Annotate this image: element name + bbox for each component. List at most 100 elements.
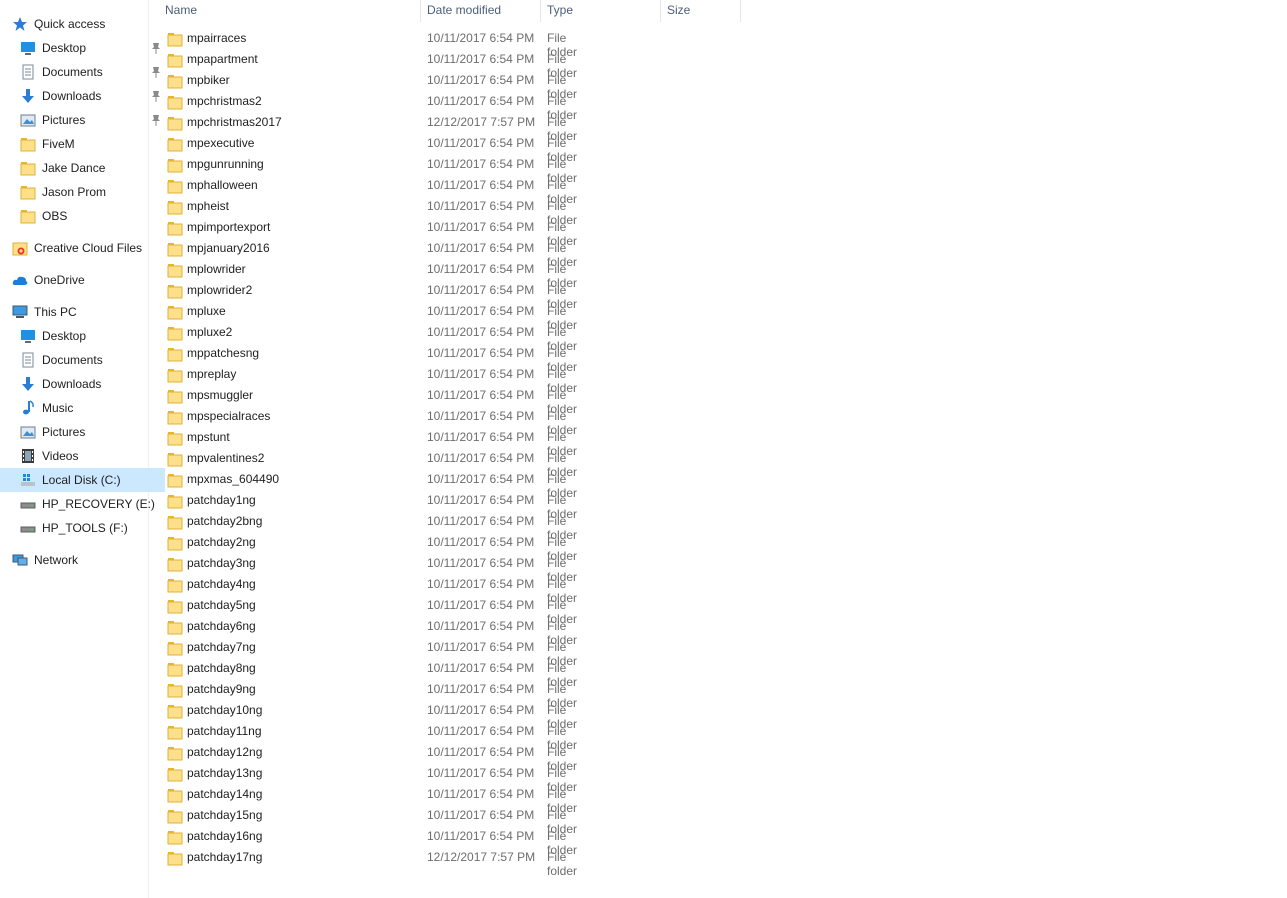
file-row[interactable]: patchday13ng 10/11/2017 6:54 PM File folde… [159, 763, 599, 794]
file-row[interactable]: patchday2bng 10/11/2017 6:54 PM File folde… [159, 511, 599, 542]
file-row[interactable]: patchday15ng 10/11/2017 6:54 PM File folde… [159, 805, 599, 836]
file-row[interactable]: mpluxe 10/11/2017 6:54 PM File folder [159, 301, 599, 332]
file-row[interactable]: patchday12ng 10/11/2017 6:54 PM File folde… [159, 742, 599, 773]
folder-icon [167, 598, 183, 614]
file-row[interactable]: mpairraces 10/11/2017 6:54 PM File folder [159, 28, 599, 59]
nav-item-documents[interactable]: Documents [0, 60, 165, 84]
file-row[interactable]: patchday9ng 10/11/2017 6:54 PM File folder [159, 679, 599, 710]
file-row[interactable]: patchday17ng 12/12/2017 7:57 PM File folde… [159, 847, 599, 878]
file-row[interactable]: mpchristmas2 10/11/2017 6:54 PM File folde… [159, 91, 599, 122]
file-name: patchday2ng [187, 535, 256, 549]
nav-item-quick-access[interactable]: Quick access [0, 12, 157, 36]
file-row[interactable]: patchday7ng 10/11/2017 6:54 PM File folder [159, 637, 599, 668]
file-row[interactable]: patchday11ng 10/11/2017 6:54 PM File folde… [159, 721, 599, 752]
file-row[interactable]: mpexecutive 10/11/2017 6:54 PM File folder [159, 133, 599, 164]
nav-item-videos[interactable]: Videos [0, 444, 165, 468]
file-row[interactable]: mpheist 10/11/2017 6:54 PM File folder [159, 196, 599, 227]
folder-icon [167, 367, 183, 383]
file-row[interactable]: patchday14ng 10/11/2017 6:54 PM File folde… [159, 784, 599, 815]
file-row[interactable]: mpgunrunning 10/11/2017 6:54 PM File folde… [159, 154, 599, 185]
file-row[interactable]: patchday6ng 10/11/2017 6:54 PM File folder [159, 616, 599, 647]
nav-item-downloads[interactable]: Downloads [0, 84, 165, 108]
file-row[interactable]: patchday3ng 10/11/2017 6:54 PM File folder [159, 553, 599, 584]
file-name: mpjanuary2016 [187, 241, 270, 255]
nav-item-fivem[interactable]: FiveM [0, 132, 165, 156]
folder-icon [167, 745, 183, 761]
file-row[interactable]: patchday5ng 10/11/2017 6:54 PM File folder [159, 595, 599, 626]
file-row[interactable]: mpxmas_604490 10/11/2017 6:54 PM File fold… [159, 469, 599, 500]
nav-item-desktop[interactable]: Desktop [0, 324, 165, 348]
file-row[interactable]: mppatchesng 10/11/2017 6:54 PM File folder [159, 343, 599, 374]
file-name: patchday4ng [187, 577, 256, 591]
nav-item-creative-cloud-files[interactable]: Creative Cloud Files [0, 236, 157, 260]
column-header-size[interactable]: Size [661, 0, 741, 22]
nav-item-documents[interactable]: Documents [0, 348, 165, 372]
file-row[interactable]: mpchristmas2017 12/12/2017 7:57 PM File fo… [159, 112, 599, 143]
navigation-pane[interactable]: Quick access Desktop Documents Downloads Pic… [0, 0, 165, 898]
nav-item-label: Music [42, 401, 74, 415]
column-header-date-modified[interactable]: Date modified [421, 0, 541, 22]
nav-item-obs[interactable]: OBS [0, 204, 165, 228]
file-row[interactable]: mplowrider 10/11/2017 6:54 PM File folder [159, 259, 599, 290]
nav-item-pictures[interactable]: Pictures [0, 108, 165, 132]
folder-icon [167, 430, 183, 446]
nav-item-network[interactable]: Network [0, 548, 157, 572]
file-row[interactable]: mpreplay 10/11/2017 6:54 PM File folder [159, 364, 599, 395]
nav-item-downloads[interactable]: Downloads [0, 372, 165, 396]
file-row[interactable]: patchday1ng 10/11/2017 6:54 PM File folder [159, 490, 599, 521]
file-row[interactable]: mplowrider2 10/11/2017 6:54 PM File folder [159, 280, 599, 311]
file-row[interactable]: mpimportexport 10/11/2017 6:54 PM File fol… [159, 217, 599, 248]
file-name: mppatchesng [187, 346, 260, 360]
file-row[interactable]: patchday16ng 10/11/2017 6:54 PM File folde… [159, 826, 599, 857]
file-date-modified: 10/11/2017 6:54 PM [427, 745, 535, 759]
file-row[interactable]: mpbiker 10/11/2017 6:54 PM File folder [159, 70, 599, 101]
nav-item-hp-recovery-e[interactable]: HP_RECOVERY (E:) [0, 492, 165, 516]
nav-item-jake-dance[interactable]: Jake Dance [0, 156, 165, 180]
download-icon [20, 376, 36, 392]
file-row[interactable]: mpluxe2 10/11/2017 6:54 PM File folder [159, 322, 599, 353]
nav-item-desktop[interactable]: Desktop [0, 36, 165, 60]
folder-icon [167, 724, 183, 740]
file-row[interactable]: mpsmuggler 10/11/2017 6:54 PM File folder [159, 385, 599, 416]
file-row[interactable]: mpstunt 10/11/2017 6:54 PM File folder [159, 427, 599, 458]
file-list-view[interactable]: Name Date modified Type Size mpairraces 1… [149, 0, 1287, 898]
file-date-modified: 10/11/2017 6:54 PM [427, 493, 535, 507]
file-row[interactable]: patchday8ng 10/11/2017 6:54 PM File folder [159, 658, 599, 689]
folder-icon [167, 325, 183, 341]
column-header-type[interactable]: Type [541, 0, 661, 22]
folder-icon [20, 136, 36, 152]
file-name: mpgunrunning [187, 157, 264, 171]
file-row[interactable]: mphalloween 10/11/2017 6:54 PM File folder [159, 175, 599, 206]
folder-icon [167, 808, 183, 824]
file-name: mpstunt [187, 430, 230, 444]
file-date-modified: 10/11/2017 6:54 PM [427, 556, 535, 570]
nav-item-hp-tools-f[interactable]: HP_TOOLS (F:) [0, 516, 165, 540]
file-date-modified: 10/11/2017 6:54 PM [427, 262, 535, 276]
drive-icon [20, 496, 36, 512]
nav-item-pictures[interactable]: Pictures [0, 420, 165, 444]
file-row[interactable]: mpapartment 10/11/2017 6:54 PM File folder [159, 49, 599, 80]
nav-item-jason-prom[interactable]: Jason Prom [0, 180, 165, 204]
folder-icon [167, 619, 183, 635]
file-name: mpreplay [187, 367, 237, 381]
nav-item-local-disk-c[interactable]: Local Disk (C:) [0, 468, 165, 492]
file-row[interactable]: mpvalentines2 10/11/2017 6:54 PM File fold… [159, 448, 599, 479]
nav-item-music[interactable]: Music [0, 396, 165, 420]
file-row[interactable]: mpjanuary2016 10/11/2017 6:54 PM File fold… [159, 238, 599, 269]
file-row[interactable]: patchday4ng 10/11/2017 6:54 PM File folder [159, 574, 599, 605]
file-row[interactable]: patchday2ng 10/11/2017 6:54 PM File folder [159, 532, 599, 563]
file-row[interactable]: mpspecialraces 10/11/2017 6:54 PM File fol… [159, 406, 599, 437]
folder-icon [167, 136, 183, 152]
nav-item-label: Documents [42, 353, 103, 367]
file-date-modified: 10/11/2017 6:54 PM [427, 598, 535, 612]
folder-icon [167, 241, 183, 257]
file-name: patchday15ng [187, 808, 263, 822]
column-header-name[interactable]: Name [159, 0, 421, 22]
file-name: mpchristmas2017 [187, 115, 282, 129]
nav-item-label: HP_TOOLS (F:) [42, 521, 128, 535]
folder-icon [167, 94, 183, 110]
nav-item-onedrive[interactable]: OneDrive [0, 268, 157, 292]
file-row[interactable]: patchday10ng 10/11/2017 6:54 PM File folde… [159, 700, 599, 731]
nav-item-this-pc[interactable]: This PC [0, 300, 157, 324]
folder-icon [167, 850, 183, 866]
